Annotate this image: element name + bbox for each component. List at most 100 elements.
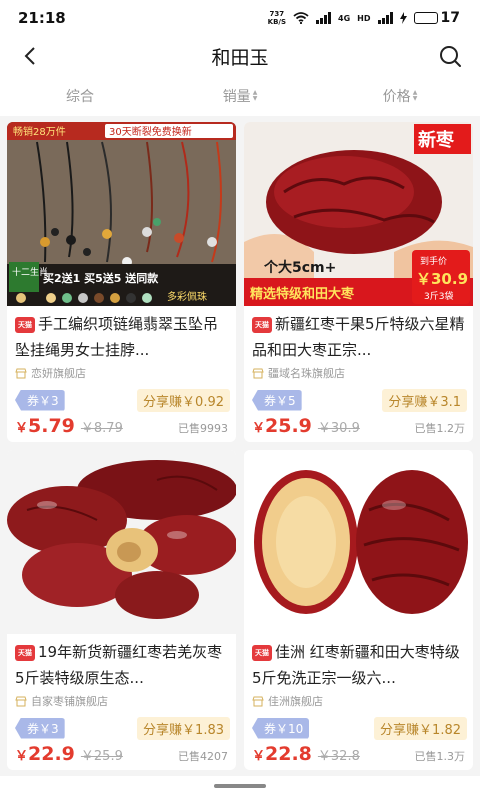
image-price-value: ￥30.9 <box>416 270 468 288</box>
sold-count: 已售9993 <box>178 422 228 435</box>
tab-sales[interactable]: 销量 ▲ ▼ <box>160 86 320 106</box>
share-earn-button[interactable]: 分享赚￥1.82 <box>374 716 467 740</box>
sold-count: 已售4207 <box>178 750 228 763</box>
shop-row[interactable]: 恋妍旗舰店 <box>15 363 230 383</box>
coupon-row: 券￥3 分享赚￥0.92 <box>15 387 230 413</box>
tab-label: 价格 <box>382 89 411 105</box>
tab-comprehensive[interactable]: 综合 <box>0 86 160 106</box>
tmall-tag: 天猫 <box>252 645 272 661</box>
image-size-text: 个大5cm+ <box>263 259 336 276</box>
price-row: ￥22.9 ￥25.9 已售4207 <box>15 743 230 770</box>
product-card[interactable]: 畅销28万件 30天断裂免费换新 十二生肖 买2送1 买5送5 送同款 多彩佩珠… <box>7 122 236 442</box>
tmall-tag: 天猫 <box>252 317 272 333</box>
battery-icon <box>413 12 438 24</box>
share-earn-button[interactable]: 分享赚￥0.92 <box>137 388 230 412</box>
price-row: ￥25.9 ￥30.9 已售1.2万 <box>252 415 467 442</box>
product-title: 天猫 新疆红枣干果5斤特级六星精品和田大枣正宗... <box>252 311 467 363</box>
share-earn-button[interactable]: 分享赚￥3.1 <box>382 388 467 412</box>
net-speed-value: 737 <box>269 10 285 18</box>
signal-icon <box>316 12 332 24</box>
product-title-text: 新疆红枣干果5斤特级六星精品和田大枣正宗... <box>252 315 465 359</box>
product-title: 天猫 19年新货新疆红枣若羌灰枣5斤装特级原生态... <box>15 639 230 691</box>
tab-price[interactable]: 价格 ▲ ▼ <box>320 86 480 106</box>
original-price: ￥30.9 <box>317 421 360 436</box>
product-title-text: 佳洲 红枣新疆和田大枣特级5斤免洗正宗一级六... <box>252 643 460 687</box>
shop-name: 疆域名珠旗舰店 <box>268 367 345 380</box>
shop-row[interactable]: 自家枣铺旗舰店 <box>15 691 230 711</box>
nav-bar: 和田玉 <box>0 36 480 76</box>
tmall-tag: 天猫 <box>15 317 35 333</box>
shop-row[interactable]: 疆域名珠旗舰店 <box>252 363 467 383</box>
signal-1-label: 4G <box>338 13 351 23</box>
coupon-row: 券￥3 分享赚￥1.83 <box>15 715 230 741</box>
product-title-text: 手工编织项链绳翡翠玉坠吊坠挂绳男女士挂脖... <box>15 315 219 359</box>
sold-count: 已售1.3万 <box>414 750 466 763</box>
home-indicator[interactable] <box>214 784 266 788</box>
product-card[interactable]: 天猫 19年新货新疆红枣若羌灰枣5斤装特级原生态... 自家枣铺旗舰店 券￥3 分… <box>7 450 236 770</box>
shop-icon <box>252 696 264 706</box>
price-row: ￥22.8 ￥32.8 已售1.3万 <box>252 743 467 770</box>
price: ￥22.9 <box>15 743 75 765</box>
price-row: ￥5.79 ￥8.79 已售9993 <box>15 415 230 442</box>
image-price-label: 到手价 <box>420 255 447 267</box>
status-time: 21:18 <box>18 9 66 27</box>
image-banner-right: 30天断裂免费换新 <box>109 125 192 138</box>
tmall-tag: 天猫 <box>15 645 35 661</box>
product-image-necklace-cords: 畅销28万件 30天断裂免费换新 十二生肖 买2送1 买5送5 送同款 多彩佩珠 <box>7 122 236 306</box>
image-bottom-sub: 多彩佩珠 <box>167 290 207 303</box>
shop-icon <box>252 368 264 378</box>
back-button[interactable] <box>14 40 46 72</box>
product-title-text: 19年新货新疆红枣若羌灰枣5斤装特级原生态... <box>15 643 223 687</box>
tab-label: 综合 <box>66 89 94 105</box>
original-price: ￥25.9 <box>80 749 123 764</box>
price-value: 22.8 <box>265 743 312 765</box>
shop-icon <box>15 696 27 706</box>
product-title: 天猫 佳洲 红枣新疆和田大枣特级5斤免洗正宗一级六... <box>252 639 467 691</box>
search-icon <box>440 46 461 67</box>
price-value: 25.9 <box>265 415 312 437</box>
wifi-icon <box>293 12 309 24</box>
coupon-badge[interactable]: 券￥5 <box>252 389 302 411</box>
share-earn-button[interactable]: 分享赚￥1.83 <box>137 716 230 740</box>
original-price: ￥32.8 <box>317 749 360 764</box>
page-title: 和田玉 <box>211 46 269 69</box>
coupon-badge[interactable]: 券￥10 <box>252 717 310 739</box>
currency-symbol: ￥ <box>15 749 29 764</box>
product-card[interactable]: 新枣 个大5cm+ 精选特级和田大枣 到手价 ￥30.9 3斤3袋 天猫 新疆红枣… <box>244 122 473 442</box>
coupon-badge[interactable]: 券￥3 <box>15 389 65 411</box>
price-value: 5.79 <box>28 415 75 437</box>
signal-2-label: HD <box>357 13 371 23</box>
tab-label: 销量 <box>222 89 251 105</box>
coupon-badge[interactable]: 券￥3 <box>15 717 65 739</box>
net-speed-unit: KB/S <box>267 18 287 26</box>
shop-row[interactable]: 佳洲旗舰店 <box>252 691 467 711</box>
search-button[interactable] <box>434 40 466 72</box>
coupon-row: 券￥5 分享赚￥3.1 <box>252 387 467 413</box>
shop-icon <box>15 368 27 378</box>
image-bottom-text: 精选特级和田大枣 <box>250 286 355 302</box>
product-card[interactable]: 天猫 佳洲 红枣新疆和田大枣特级5斤免洗正宗一级六... 佳洲旗舰店 券￥10 分… <box>244 450 473 770</box>
net-speed: 737 KB/S <box>268 10 286 26</box>
chevron-left-icon <box>24 47 35 65</box>
currency-symbol: ￥ <box>252 749 266 764</box>
sort-arrows-icon: ▲ ▼ <box>412 89 418 102</box>
price: ￥5.79 <box>15 415 75 437</box>
shop-name: 佳洲旗舰店 <box>268 695 323 708</box>
sort-bar: 综合 销量 ▲ ▼ 价格 ▲ ▼ <box>0 78 480 114</box>
sold-count: 已售1.2万 <box>414 422 466 435</box>
shop-name: 恋妍旗舰店 <box>31 367 86 380</box>
status-bar: 21:18 737 KB/S 4G HD 17 <box>0 0 480 36</box>
currency-symbol: ￥ <box>15 421 29 436</box>
signal-2-icon <box>377 12 393 24</box>
coupon-row: 券￥10 分享赚￥1.82 <box>252 715 467 741</box>
image-price-sub: 3斤3袋 <box>424 290 453 302</box>
image-bottom-text: 买2送1 买5送5 送同款 <box>43 271 159 285</box>
image-corner-label: 新枣 <box>418 129 455 151</box>
battery-indicator: 17 <box>413 10 460 26</box>
battery-level: 17 <box>440 10 460 26</box>
original-price: ￥8.79 <box>80 421 123 436</box>
product-title: 天猫 手工编织项链绳翡翠玉坠吊坠挂绳男女士挂脖... <box>15 311 230 363</box>
product-grid: 畅销28万件 30天断裂免费换新 十二生肖 买2送1 买5送5 送同款 多彩佩珠… <box>0 116 480 776</box>
product-image-red-dates-pile <box>7 450 236 634</box>
product-image-red-date-hand: 新枣 个大5cm+ 精选特级和田大枣 到手价 ￥30.9 3斤3袋 <box>244 122 473 306</box>
